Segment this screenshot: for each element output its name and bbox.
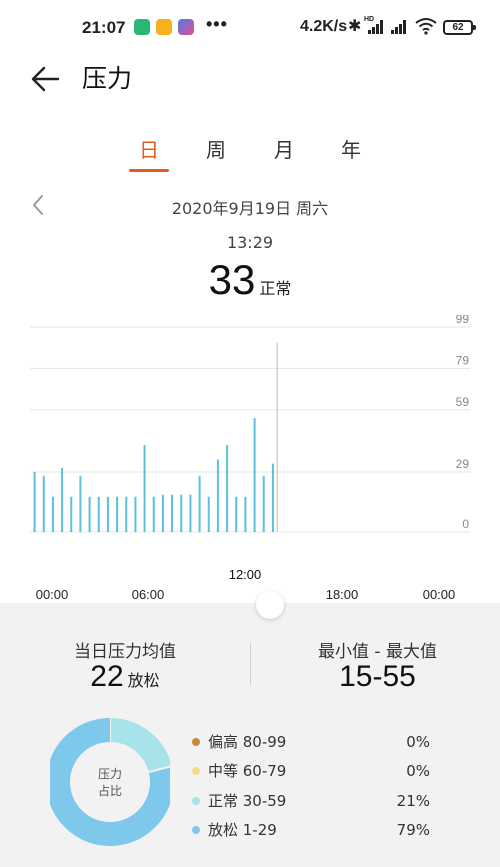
- stress-bar: [88, 496, 91, 532]
- tab-active-indicator: [129, 169, 169, 172]
- x-tick-label: 12:00: [229, 567, 262, 582]
- legend-label-relaxed: 放松 1-29: [208, 821, 277, 839]
- y-tick-label: 29: [456, 457, 470, 471]
- tab-month[interactable]: 月: [264, 136, 304, 164]
- wifi-icon: [415, 18, 437, 35]
- legend-percent-high: 0%: [406, 733, 430, 751]
- bluetooth-icon: ✱: [348, 18, 362, 35]
- tab-day[interactable]: 日: [129, 136, 169, 164]
- chart-scroll-handle[interactable]: [256, 591, 284, 619]
- avg-stress-label: 当日压力均值: [74, 642, 176, 662]
- x-tick-label: 06:00: [132, 587, 165, 602]
- legend-relaxed: 放松 1-29 79%: [192, 819, 442, 841]
- stress-bar: [143, 445, 146, 532]
- legend-high: 偏高 80-99 0%: [192, 731, 442, 753]
- stress-bar: [97, 496, 100, 532]
- range-value: 15-55: [270, 660, 485, 694]
- stress-bar: [198, 476, 201, 532]
- legend-dot-relaxed: [192, 826, 200, 834]
- stress-bar: [61, 467, 64, 532]
- tab-week[interactable]: 周: [196, 136, 236, 164]
- selected-reading: 33 正常: [0, 256, 500, 304]
- stress-bar: [180, 494, 183, 532]
- y-tick-label: 0: [462, 517, 469, 531]
- stress-bar: [226, 445, 229, 532]
- avg-stress-value: 22 放松: [20, 660, 230, 694]
- stress-bar: [134, 496, 137, 532]
- legend-percent-relaxed: 79%: [396, 821, 430, 839]
- date-label: 2020年9月19日 周六: [171, 199, 329, 218]
- selected-stress-status: 正常: [259, 279, 292, 298]
- page-title: 压力: [82, 64, 133, 93]
- back-arrow-icon[interactable]: [28, 62, 62, 96]
- stress-bar: [106, 496, 109, 532]
- legend-label-medium: 中等 60-79: [208, 762, 287, 780]
- donut-center-line1: 压力: [98, 767, 122, 781]
- y-tick-label: 79: [456, 353, 470, 367]
- status-time: 21:07: [82, 18, 126, 37]
- tab-year[interactable]: 年: [331, 136, 371, 164]
- network-speed: 4.2K/s: [300, 18, 348, 35]
- legend-percent-normal: 21%: [396, 792, 430, 810]
- summary-divider: [250, 643, 251, 685]
- stress-bar: [235, 496, 238, 532]
- stress-bar: [79, 476, 82, 532]
- stress-bar: [42, 476, 45, 532]
- stress-bar: [51, 496, 54, 532]
- selected-stress-value: 33: [208, 256, 256, 303]
- stress-bar: [33, 471, 36, 532]
- stress-bar: [271, 463, 274, 532]
- stress-bar: [116, 496, 119, 532]
- stress-bar: [244, 496, 247, 532]
- more-notifications-icon: •••: [206, 14, 228, 34]
- avg-stress-number: 22: [90, 660, 124, 693]
- x-tick-label: 00:00: [423, 587, 456, 602]
- battery-icon: 62: [443, 20, 476, 35]
- range-label: 最小值 - 最大值: [318, 642, 437, 662]
- legend-medium: 中等 60-79 0%: [192, 760, 442, 782]
- legend-dot-normal: [192, 797, 200, 805]
- legend-dot-high: [192, 738, 200, 746]
- legend-normal: 正常 30-59 21%: [192, 790, 442, 812]
- legend-label-high: 偏高 80-99: [208, 733, 287, 751]
- video-app-icon: [178, 19, 194, 35]
- stress-bar: [152, 496, 155, 532]
- stress-bar-chart[interactable]: 99 79 59 29 0 00:00 06:00 12:00 18:00 00:00: [0, 315, 500, 605]
- notes-app-icon: [156, 19, 172, 35]
- selected-time: 13:29: [226, 233, 274, 252]
- legend-label-normal: 正常 30-59: [208, 792, 287, 810]
- status-bar: 21:07 ••• 4.2K/s ✱ HD 62: [0, 0, 500, 54]
- range-number: 15-55: [339, 660, 416, 693]
- stress-bar: [253, 418, 256, 532]
- y-tick-label: 59: [456, 395, 470, 409]
- stress-bar: [171, 494, 174, 532]
- signal-2-icon: [391, 20, 406, 34]
- stress-bar: [207, 496, 210, 532]
- legend-percent-medium: 0%: [406, 762, 430, 780]
- y-tick-label: 99: [456, 315, 470, 326]
- stress-bar: [70, 496, 73, 532]
- stress-bar: [125, 496, 128, 532]
- stress-proportion-donut: 压力占比: [50, 718, 170, 846]
- signal-1-icon: [368, 20, 383, 34]
- stress-page: 21:07 ••• 4.2K/s ✱ HD 62 压力 日 周 月 年 2020…: [0, 0, 500, 867]
- avg-stress-unit: 放松: [127, 671, 160, 690]
- donut-center-line2: 占比: [98, 783, 122, 798]
- stress-bar: [262, 476, 265, 532]
- stress-bar: [161, 494, 164, 532]
- stress-bar: [189, 494, 192, 532]
- stress-bar: [216, 459, 219, 532]
- x-tick-label: 00:00: [36, 587, 69, 602]
- legend-dot-medium: [192, 767, 200, 775]
- shield-app-icon: [134, 19, 150, 35]
- donut-segment: [109, 718, 170, 773]
- x-tick-label: 18:00: [326, 587, 359, 602]
